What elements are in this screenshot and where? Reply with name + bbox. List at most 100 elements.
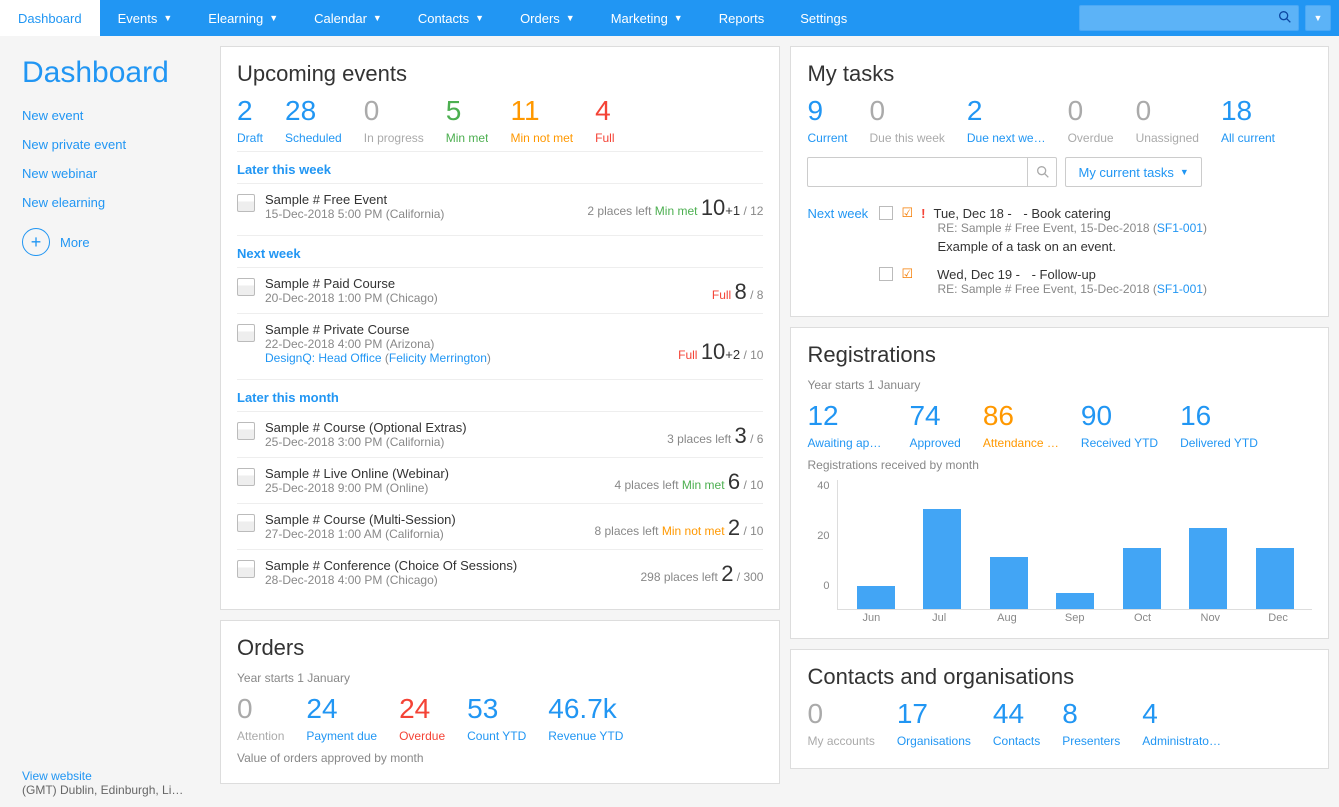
task-date: Tue, Dec 18 - — [933, 206, 1011, 221]
stat-in-progress[interactable]: 0In progress — [364, 97, 424, 145]
stat-my-accounts[interactable]: 0My accounts — [807, 700, 874, 748]
sidebar-link-new-private-event[interactable]: New private event — [22, 137, 188, 152]
stat-label: Organisations — [897, 734, 971, 748]
stat-overdue[interactable]: 0Overdue — [1068, 97, 1114, 145]
event-row[interactable]: Sample # Course (Optional Extras)25-Dec-… — [237, 411, 763, 457]
event-capacity: Full 10+2 / 10 — [678, 339, 763, 365]
search-icon[interactable] — [1277, 9, 1293, 28]
task-checkbox[interactable] — [879, 206, 893, 220]
stat-draft[interactable]: 2Draft — [237, 97, 263, 145]
calendar-icon — [237, 324, 255, 342]
stat-organisations[interactable]: 17Organisations — [897, 700, 971, 748]
sidebar-link-new-webinar[interactable]: New webinar — [22, 166, 188, 181]
task-row[interactable]: Next week☑!Tue, Dec 18 - - Book catering… — [807, 199, 1312, 260]
task-group-label: Next week — [807, 206, 871, 221]
stat-count-ytd[interactable]: 53Count YTD — [467, 695, 526, 743]
sidebar-link-new-event[interactable]: New event — [22, 108, 188, 123]
event-title: Sample # Free Event — [265, 192, 577, 207]
event-row[interactable]: Sample # Course (Multi-Session)27-Dec-20… — [237, 503, 763, 549]
y-axis-label: 40 — [807, 480, 829, 492]
event-capacity: Full 8 / 8 — [712, 279, 764, 305]
stat-full[interactable]: 4Full — [595, 97, 614, 145]
x-axis-label: Aug — [988, 612, 1026, 624]
more-button[interactable]: + More — [22, 228, 188, 256]
nav-tab-calendar[interactable]: Calendar▼ — [296, 0, 400, 36]
stat-delivered-ytd[interactable]: 16Delivered YTD — [1180, 402, 1258, 450]
calendar-icon — [237, 422, 255, 440]
stat-number: 4 — [1142, 700, 1221, 728]
view-website-link[interactable]: View website — [22, 769, 183, 783]
chevron-down-icon: ▼ — [269, 13, 278, 23]
nav-tab-events[interactable]: Events▼ — [100, 0, 191, 36]
stat-presenters[interactable]: 8Presenters — [1062, 700, 1120, 748]
x-axis-label: Oct — [1124, 612, 1162, 624]
stat-number: 9 — [807, 97, 847, 125]
stat-min-not-met[interactable]: 11Min not met — [510, 97, 573, 145]
chevron-down-icon: ▼ — [566, 13, 575, 23]
stat-number: 24 — [306, 695, 377, 723]
nav-tab-orders[interactable]: Orders▼ — [502, 0, 593, 36]
chevron-down-icon: ▼ — [163, 13, 172, 23]
stat-all-current[interactable]: 18All current — [1221, 97, 1275, 145]
event-row[interactable]: Sample # Private Course22-Dec-2018 4:00 … — [237, 313, 763, 373]
nav-tab-contacts[interactable]: Contacts▼ — [400, 0, 502, 36]
event-meta: 20-Dec-2018 1:00 PM (Chicago) — [265, 291, 702, 305]
event-row[interactable]: Sample # Live Online (Webinar)25-Dec-201… — [237, 457, 763, 503]
stat-due-this-week[interactable]: 0Due this week — [870, 97, 945, 145]
stat-approved[interactable]: 74Approved — [909, 402, 960, 450]
nav-tab-reports[interactable]: Reports — [701, 0, 783, 36]
my-tasks-panel: My tasks 9Current0Due this week2Due next… — [790, 46, 1329, 317]
stat-number: 5 — [446, 97, 489, 125]
event-capacity: 3 places left 3 / 6 — [667, 423, 763, 449]
panel-subtitle: Year starts 1 January — [807, 378, 1312, 392]
stat-number: 44 — [993, 700, 1040, 728]
nav-tab-dashboard[interactable]: Dashboard — [0, 0, 100, 36]
event-meta: 15-Dec-2018 5:00 PM (California) — [265, 207, 577, 221]
stat-received-ytd[interactable]: 90Received YTD — [1081, 402, 1158, 450]
task-checkbox[interactable] — [879, 267, 893, 281]
nav-tab-elearning[interactable]: Elearning▼ — [190, 0, 296, 36]
stat-contacts[interactable]: 44Contacts — [993, 700, 1040, 748]
search-icon[interactable] — [1027, 157, 1057, 187]
stat-payment-due[interactable]: 24Payment due — [306, 695, 377, 743]
chart-bar — [1123, 548, 1161, 609]
y-axis-label: 0 — [807, 580, 829, 592]
stat-number: 2 — [237, 97, 263, 125]
stat-scheduled[interactable]: 28Scheduled — [285, 97, 342, 145]
stat-awaiting-app-[interactable]: 12Awaiting app… — [807, 402, 887, 450]
stat-attendance-[interactable]: 86Attendance … — [983, 402, 1059, 450]
registrations-chart — [837, 480, 1312, 610]
stat-min-met[interactable]: 5Min met — [446, 97, 489, 145]
panel-heading: Upcoming events — [237, 61, 763, 87]
event-row[interactable]: Sample # Paid Course20-Dec-2018 1:00 PM … — [237, 267, 763, 313]
stat-number: 74 — [909, 402, 960, 430]
stat-current[interactable]: 9Current — [807, 97, 847, 145]
chart-bar — [1256, 548, 1294, 609]
panel-heading: Registrations — [807, 342, 1312, 368]
x-axis-label: Nov — [1191, 612, 1229, 624]
stat-overdue[interactable]: 24Overdue — [399, 695, 445, 743]
task-status-icon: ☑ — [901, 266, 913, 282]
event-row[interactable]: Sample # Free Event15-Dec-2018 5:00 PM (… — [237, 183, 763, 229]
event-group-header: Later this month — [237, 379, 763, 411]
nav-menu-dropdown[interactable]: ▼ — [1305, 5, 1331, 31]
dropdown-label: My current tasks — [1078, 165, 1173, 180]
chart-bar — [990, 557, 1028, 609]
stat-administrato-[interactable]: 4Administrato… — [1142, 700, 1221, 748]
event-title: Sample # Conference (Choice Of Sessions) — [265, 558, 630, 573]
nav-tab-settings[interactable]: Settings — [782, 0, 865, 36]
panel-subtitle: Year starts 1 January — [237, 671, 763, 685]
stat-attention[interactable]: 0Attention — [237, 695, 284, 743]
stat-due-next-we-[interactable]: 2Due next we… — [967, 97, 1046, 145]
global-search-input[interactable] — [1079, 5, 1299, 31]
stat-number: 2 — [967, 97, 1046, 125]
stat-unassigned[interactable]: 0Unassigned — [1136, 97, 1199, 145]
stat-revenue-ytd[interactable]: 46.7kRevenue YTD — [548, 695, 623, 743]
event-row[interactable]: Sample # Conference (Choice Of Sessions)… — [237, 549, 763, 595]
task-search-input[interactable] — [807, 157, 1057, 187]
sidebar-link-new-elearning[interactable]: New elearning — [22, 195, 188, 210]
task-filter-dropdown[interactable]: My current tasks ▼ — [1065, 157, 1201, 187]
task-row[interactable]: ☑Wed, Dec 19 - - Follow-upRE: Sample # F… — [807, 260, 1312, 302]
nav-tab-marketing[interactable]: Marketing▼ — [593, 0, 701, 36]
event-meta: 25-Dec-2018 9:00 PM (Online) — [265, 481, 604, 495]
